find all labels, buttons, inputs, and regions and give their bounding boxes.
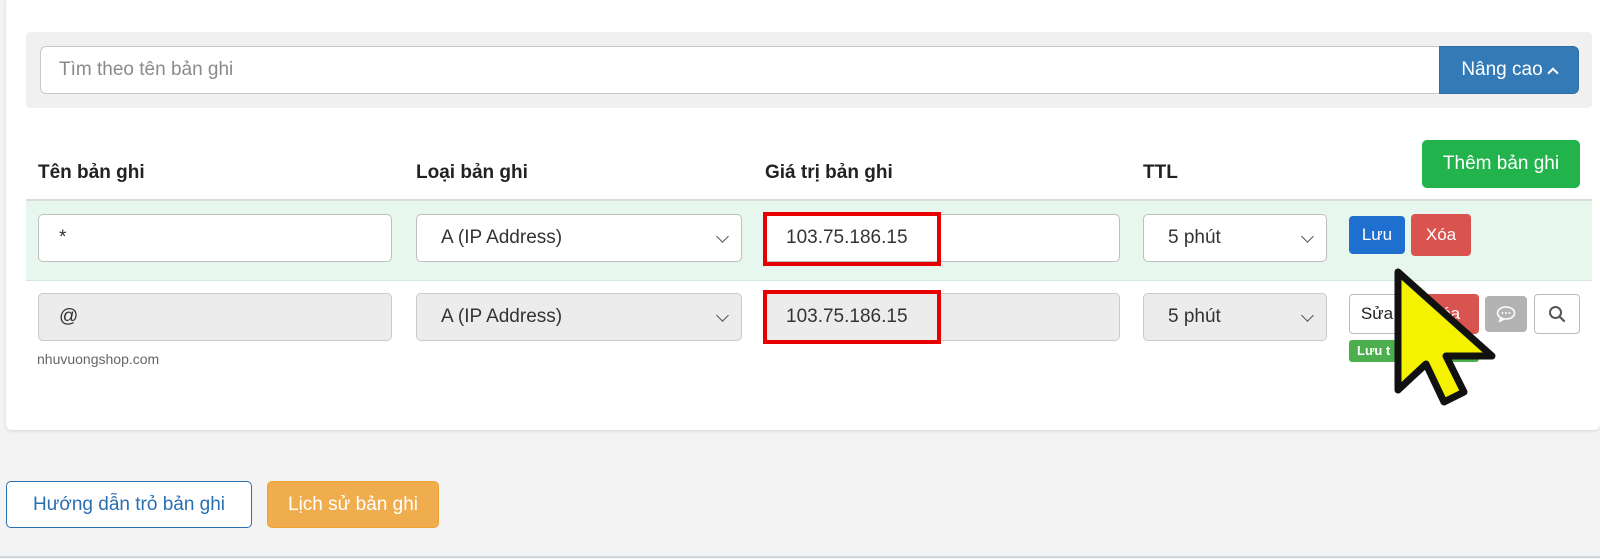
advanced-label: Nâng cao	[1461, 59, 1543, 80]
chevron-down-icon	[1301, 230, 1314, 243]
chevron-up-icon	[1547, 66, 1559, 79]
record-name-input[interactable]: *	[38, 214, 392, 262]
mouse-cursor-icon	[1394, 268, 1496, 406]
record-type-value: A (IP Address)	[441, 306, 563, 327]
search-icon	[1549, 306, 1566, 323]
record-name-value: *	[59, 227, 67, 248]
record-type-select[interactable]: A (IP Address)	[416, 214, 742, 262]
record-type-field: A (IP Address)	[416, 293, 742, 341]
ttl-value: 5 phút	[1168, 306, 1221, 327]
record-value-text: 103.75.186.15	[786, 306, 908, 327]
header-ttl: TTL	[1143, 162, 1178, 183]
view-button[interactable]	[1534, 294, 1580, 334]
chevron-down-icon	[1301, 309, 1314, 322]
record-name-value: @	[59, 306, 79, 327]
record-history-button[interactable]: Lịch sử bản ghi	[267, 481, 439, 528]
chevron-down-icon	[716, 309, 729, 322]
ttl-field: 5 phút	[1143, 293, 1327, 341]
header-record-name: Tên bản ghi	[38, 162, 145, 183]
row-divider	[26, 280, 1592, 281]
header-record-value: Giá trị bản ghi	[765, 162, 893, 183]
ttl-value: 5 phút	[1168, 227, 1221, 248]
record-value-field: 103.75.186.15	[765, 293, 1120, 341]
search-bar: Nâng cao	[26, 32, 1592, 108]
add-record-button[interactable]: Thêm bản ghi	[1422, 140, 1580, 188]
dns-guide-button[interactable]: Hướng dẫn trỏ bản ghi	[6, 481, 252, 528]
ttl-select[interactable]: 5 phút	[1143, 214, 1327, 262]
advanced-toggle-button[interactable]: Nâng cao	[1439, 46, 1579, 94]
record-type-value: A (IP Address)	[441, 227, 563, 248]
bottom-divider	[0, 556, 1600, 558]
header-record-type: Loại bản ghi	[416, 162, 528, 183]
search-input[interactable]	[40, 46, 1440, 94]
record-name-field: @	[38, 293, 392, 341]
record-value-text: 103.75.186.15	[786, 227, 908, 248]
record-value-input[interactable]: 103.75.186.15	[765, 214, 1120, 262]
delete-button[interactable]: Xóa	[1411, 214, 1471, 256]
chevron-down-icon	[716, 230, 729, 243]
save-button[interactable]: Lưu	[1349, 216, 1405, 254]
domain-label: nhuvuongshop.com	[37, 351, 160, 367]
